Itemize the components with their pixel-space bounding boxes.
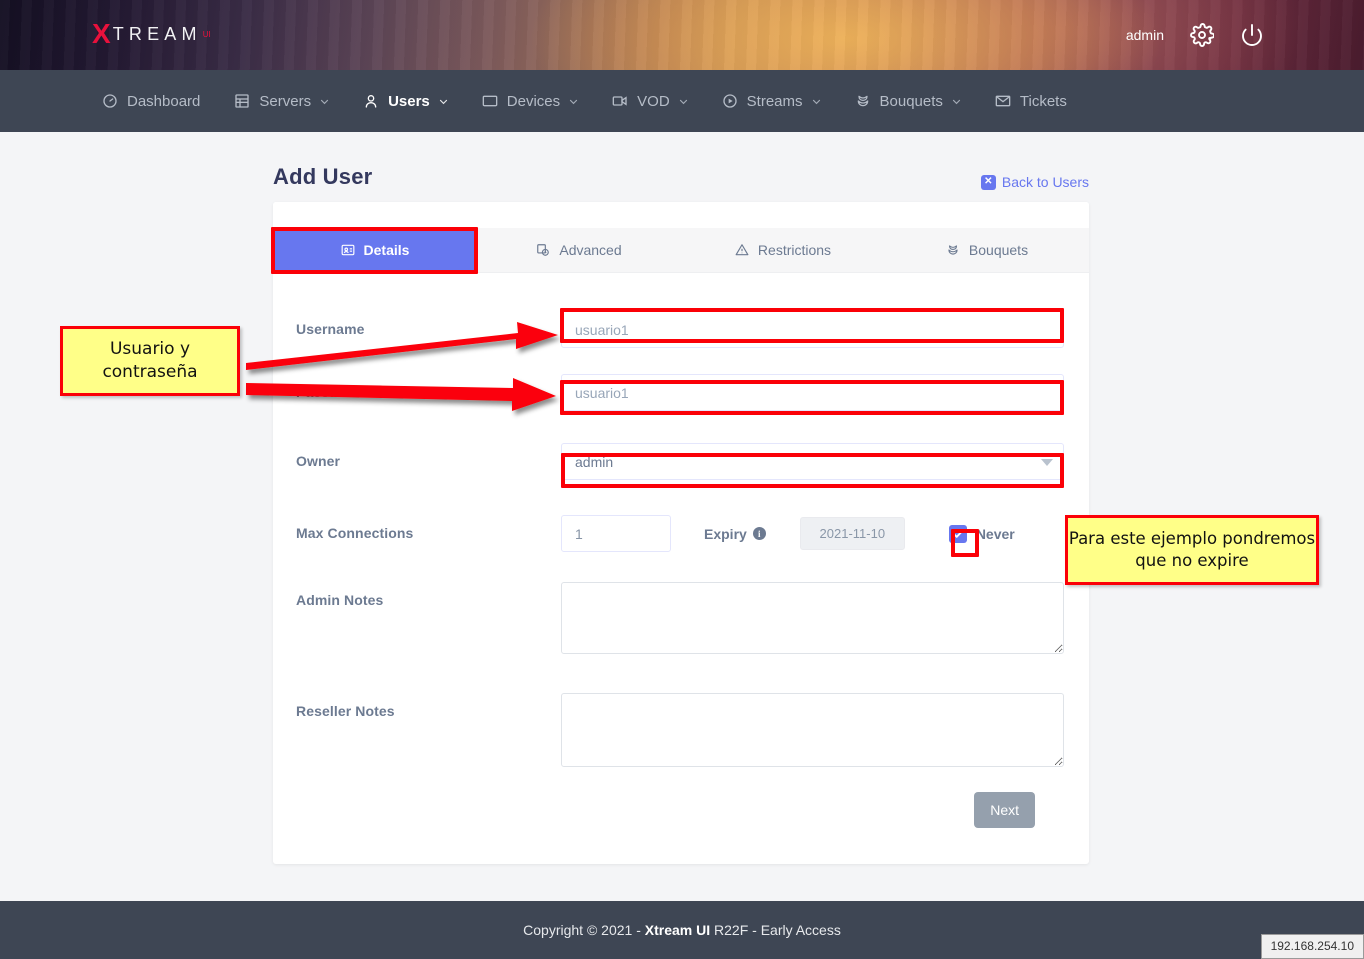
label-reseller-notes: Reseller Notes <box>296 693 561 719</box>
form-row-admin-notes: Admin Notes <box>296 582 1061 659</box>
chevron-down-icon <box>952 97 961 106</box>
envelope-icon <box>995 93 1011 109</box>
nav-label-streams: Streams <box>747 93 803 110</box>
expiry-date-field[interactable]: 2021-11-10 <box>800 517 905 550</box>
bouquet-icon <box>946 243 960 257</box>
page-header: Add User ✕ Back to Users <box>273 164 1089 202</box>
chevron-down-icon <box>569 97 578 106</box>
tab-restrictions[interactable]: Restrictions <box>681 228 885 272</box>
logo-x-mark: X <box>92 20 111 48</box>
app-header: X TREAM UI admin <box>0 0 1364 70</box>
nav-item-servers[interactable]: Servers <box>217 70 346 132</box>
tab-label-details: Details <box>364 242 410 258</box>
label-expiry: Expiry i <box>704 526 766 542</box>
nav-item-dashboard[interactable]: Dashboard <box>85 70 217 132</box>
expiry-text: Expiry <box>704 526 747 542</box>
nav-label-vod: VOD <box>637 93 670 110</box>
page-footer: Copyright © 2021 - Xtream UI R22F - Earl… <box>0 901 1364 959</box>
page-content: Add User ✕ Back to Users Details <box>0 132 1364 901</box>
footer-copyright-post: R22F - Early Access <box>710 922 841 938</box>
video-icon <box>612 93 628 109</box>
play-circle-icon <box>722 93 738 109</box>
label-owner: Owner <box>296 443 561 469</box>
warning-triangle-icon <box>735 243 749 257</box>
nav-label-dashboard: Dashboard <box>127 93 200 110</box>
nav-item-vod[interactable]: VOD <box>595 70 705 132</box>
id-card-icon <box>341 243 355 257</box>
details-form: Username Password Owner <box>273 273 1089 864</box>
username-input[interactable] <box>561 311 1064 348</box>
bouquet-icon <box>855 93 871 109</box>
label-password: Password <box>296 374 561 400</box>
chevron-down-icon <box>679 97 688 106</box>
tab-advanced[interactable]: Advanced <box>477 228 681 272</box>
card-top-strip <box>273 202 1089 228</box>
header-username[interactable]: admin <box>1126 27 1164 43</box>
back-to-users-link[interactable]: ✕ Back to Users <box>981 174 1089 190</box>
max-connections-input[interactable] <box>561 515 671 552</box>
tab-label-restrictions: Restrictions <box>758 242 831 258</box>
content-container: Add User ✕ Back to Users Details <box>273 164 1089 864</box>
form-row-max-connections: Max Connections Expiry i 2021-11-10 <box>296 515 1061 552</box>
form-actions: Next <box>296 782 1061 834</box>
power-icon[interactable] <box>1240 23 1264 47</box>
info-icon[interactable]: i <box>753 527 766 540</box>
page-title: Add User <box>273 164 372 190</box>
tab-bouquets[interactable]: Bouquets <box>885 228 1089 272</box>
never-checkbox-group[interactable]: Never <box>949 525 1015 543</box>
form-row-reseller-notes: Reseller Notes <box>296 693 1061 772</box>
chevron-down-icon <box>320 97 329 106</box>
form-row-username: Username <box>296 311 1061 348</box>
footer-brand: Xtream UI <box>645 922 710 938</box>
server-table-icon <box>234 93 250 109</box>
form-row-owner: Owner <box>296 443 1061 480</box>
footer-copyright-pre: Copyright © 2021 - <box>523 922 645 938</box>
tab-details[interactable]: Details <box>273 228 477 272</box>
label-username: Username <box>296 311 561 337</box>
never-label: Never <box>976 526 1015 542</box>
label-admin-notes: Admin Notes <box>296 582 561 608</box>
label-max-connections: Max Connections <box>296 515 561 541</box>
footer-copyright: Copyright © 2021 - Xtream UI R22F - Earl… <box>523 922 841 938</box>
back-to-users-label: Back to Users <box>1002 174 1089 190</box>
gauge-icon <box>102 93 118 109</box>
main-navigation: Dashboard Servers Users Devices <box>0 70 1364 132</box>
next-button[interactable]: Next <box>974 792 1035 828</box>
logo-wordmark: TREAM <box>113 25 202 43</box>
add-user-card: Details Advanced <box>273 202 1089 864</box>
user-icon <box>363 93 379 109</box>
nav-label-tickets: Tickets <box>1020 93 1067 110</box>
nav-label-servers: Servers <box>259 93 311 110</box>
never-checkbox[interactable] <box>949 525 967 543</box>
nav-item-devices[interactable]: Devices <box>465 70 595 132</box>
sliders-icon <box>536 243 550 257</box>
owner-select[interactable] <box>561 443 1064 480</box>
nav-item-bouquets[interactable]: Bouquets <box>838 70 978 132</box>
gear-icon[interactable] <box>1190 23 1214 47</box>
nav-label-users: Users <box>388 93 430 110</box>
app-logo[interactable]: X TREAM UI <box>92 20 211 48</box>
tab-label-advanced: Advanced <box>559 242 621 258</box>
nav-item-tickets[interactable]: Tickets <box>978 70 1084 132</box>
monitor-icon <box>482 93 498 109</box>
tab-bar: Details Advanced <box>273 228 1089 273</box>
nav-item-streams[interactable]: Streams <box>705 70 838 132</box>
logo-ui-superscript: UI <box>203 30 211 39</box>
close-square-icon: ✕ <box>981 175 996 190</box>
admin-notes-textarea[interactable] <box>561 582 1064 654</box>
chevron-down-icon <box>439 97 448 106</box>
chevron-down-icon <box>812 97 821 106</box>
tab-label-bouquets: Bouquets <box>969 242 1028 258</box>
password-input[interactable] <box>561 374 1064 411</box>
reseller-notes-textarea[interactable] <box>561 693 1064 767</box>
form-row-password: Password <box>296 374 1061 411</box>
header-actions: admin <box>1126 0 1264 70</box>
nav-label-bouquets: Bouquets <box>880 93 943 110</box>
status-ip-tooltip: 192.168.254.10 <box>1261 934 1364 959</box>
nav-label-devices: Devices <box>507 93 560 110</box>
